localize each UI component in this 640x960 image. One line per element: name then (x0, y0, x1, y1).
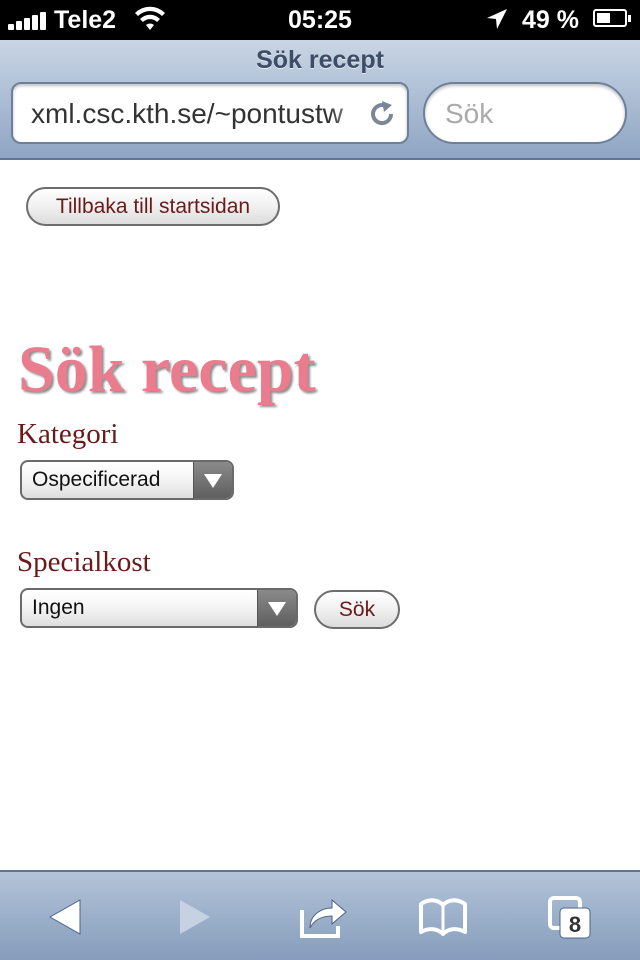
share-icon[interactable] (298, 892, 348, 942)
status-bar: Tele2 05:25 49 % (0, 0, 640, 40)
diet-label: Specialkost (17, 546, 151, 578)
forward-arrow-icon[interactable] (168, 892, 218, 942)
address-bar[interactable]: xml.csc.kth.se/~pontustw (11, 82, 409, 144)
category-select[interactable]: Ospecificerad (20, 460, 234, 500)
url-text: xml.csc.kth.se/~pontustw (31, 98, 344, 129)
page-title: Sök recept (256, 46, 384, 74)
search-button[interactable]: Sök (314, 590, 400, 629)
chevron-down-icon (257, 590, 296, 626)
diet-selected-value: Ingen (32, 596, 85, 619)
tab-count: 8 (569, 912, 581, 937)
tabs-icon[interactable]: 8 (546, 892, 596, 942)
search-placeholder: Sök (445, 98, 494, 129)
bottom-toolbar: 8 (0, 870, 640, 960)
category-selected-value: Ospecificerad (32, 468, 161, 491)
diet-select[interactable]: Ingen (20, 588, 298, 628)
page-heading: Sök recept (18, 333, 316, 406)
battery-percent: 49 % (522, 6, 579, 34)
chevron-down-icon (193, 462, 232, 498)
back-arrow-icon[interactable] (42, 892, 92, 942)
search-input[interactable]: Sök (423, 82, 627, 144)
reload-icon[interactable] (367, 99, 397, 129)
battery-icon (593, 9, 631, 27)
back-to-start-button[interactable]: Tillbaka till startsidan (26, 187, 280, 226)
browser-toolbar: Sök recept xml.csc.kth.se/~pontustw Sök (0, 40, 640, 160)
location-arrow-icon (487, 9, 507, 29)
page-content: Tillbaka till startsidan Sök recept Kate… (0, 160, 640, 870)
bookmarks-icon[interactable] (418, 892, 468, 942)
category-label: Kategori (17, 418, 119, 450)
battery-level (597, 13, 610, 23)
